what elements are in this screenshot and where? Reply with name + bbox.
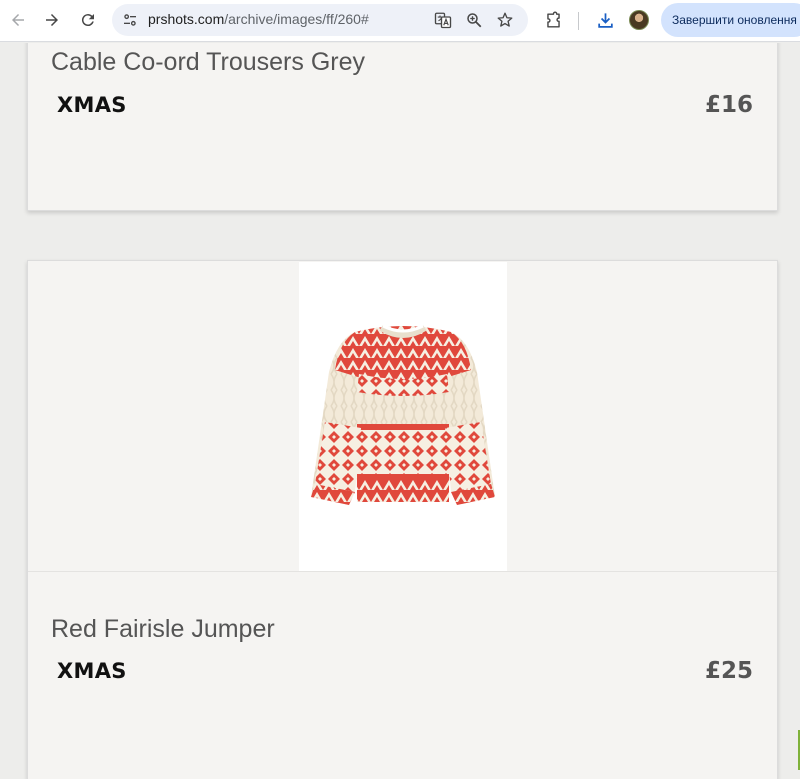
- address-bar[interactable]: prshots.com/archive/images/ff/260#: [112, 4, 528, 36]
- page-content: Cable Co-ord Trousers Grey XMAS £16 Red …: [0, 43, 800, 779]
- tune-icon: [124, 14, 136, 26]
- toolbar-divider: [578, 12, 579, 30]
- translate-button[interactable]: [431, 8, 455, 32]
- translate-icon: [434, 12, 452, 29]
- product-name[interactable]: Cable Co-ord Trousers Grey: [51, 48, 365, 77]
- bookmark-button[interactable]: [493, 8, 517, 32]
- product-image-area: [28, 261, 777, 572]
- downloads-button[interactable]: [591, 6, 619, 34]
- update-browser-button[interactable]: Завершити оновлення: [661, 3, 800, 37]
- product-card[interactable]: Cable Co-ord Trousers Grey XMAS £16: [27, 43, 778, 211]
- url-path: /archive/images/ff/260#: [224, 11, 369, 27]
- product-card[interactable]: Red Fairisle Jumper XMAS £25: [27, 260, 778, 779]
- product-tag: XMAS: [57, 93, 127, 117]
- product-price: £25: [704, 658, 753, 684]
- product-tag: XMAS: [57, 659, 127, 683]
- forward-button[interactable]: [37, 5, 67, 35]
- back-button[interactable]: [3, 5, 33, 35]
- zoom-button[interactable]: [462, 8, 486, 32]
- arrow-left-icon: [12, 14, 24, 26]
- star-icon: [497, 12, 513, 27]
- zoom-in-icon: [467, 13, 482, 28]
- arrow-right-icon: [46, 14, 58, 26]
- reload-button[interactable]: [73, 5, 103, 35]
- profile-avatar[interactable]: [629, 10, 649, 30]
- red-fairisle-jumper-image: [311, 324, 495, 505]
- product-image[interactable]: [299, 262, 507, 571]
- url-host: prshots.com: [148, 11, 225, 27]
- extensions-button[interactable]: [539, 6, 567, 34]
- site-settings-button[interactable]: [118, 8, 142, 32]
- url-text[interactable]: prshots.com/archive/images/ff/260#: [148, 11, 369, 27]
- browser-toolbar: prshots.com/archive/images/ff/260# Завер…: [0, 0, 800, 42]
- product-price: £16: [704, 92, 753, 118]
- reload-icon: [81, 14, 94, 27]
- download-icon: [597, 12, 613, 28]
- puzzle-icon: [546, 11, 560, 28]
- product-name[interactable]: Red Fairisle Jumper: [51, 615, 275, 644]
